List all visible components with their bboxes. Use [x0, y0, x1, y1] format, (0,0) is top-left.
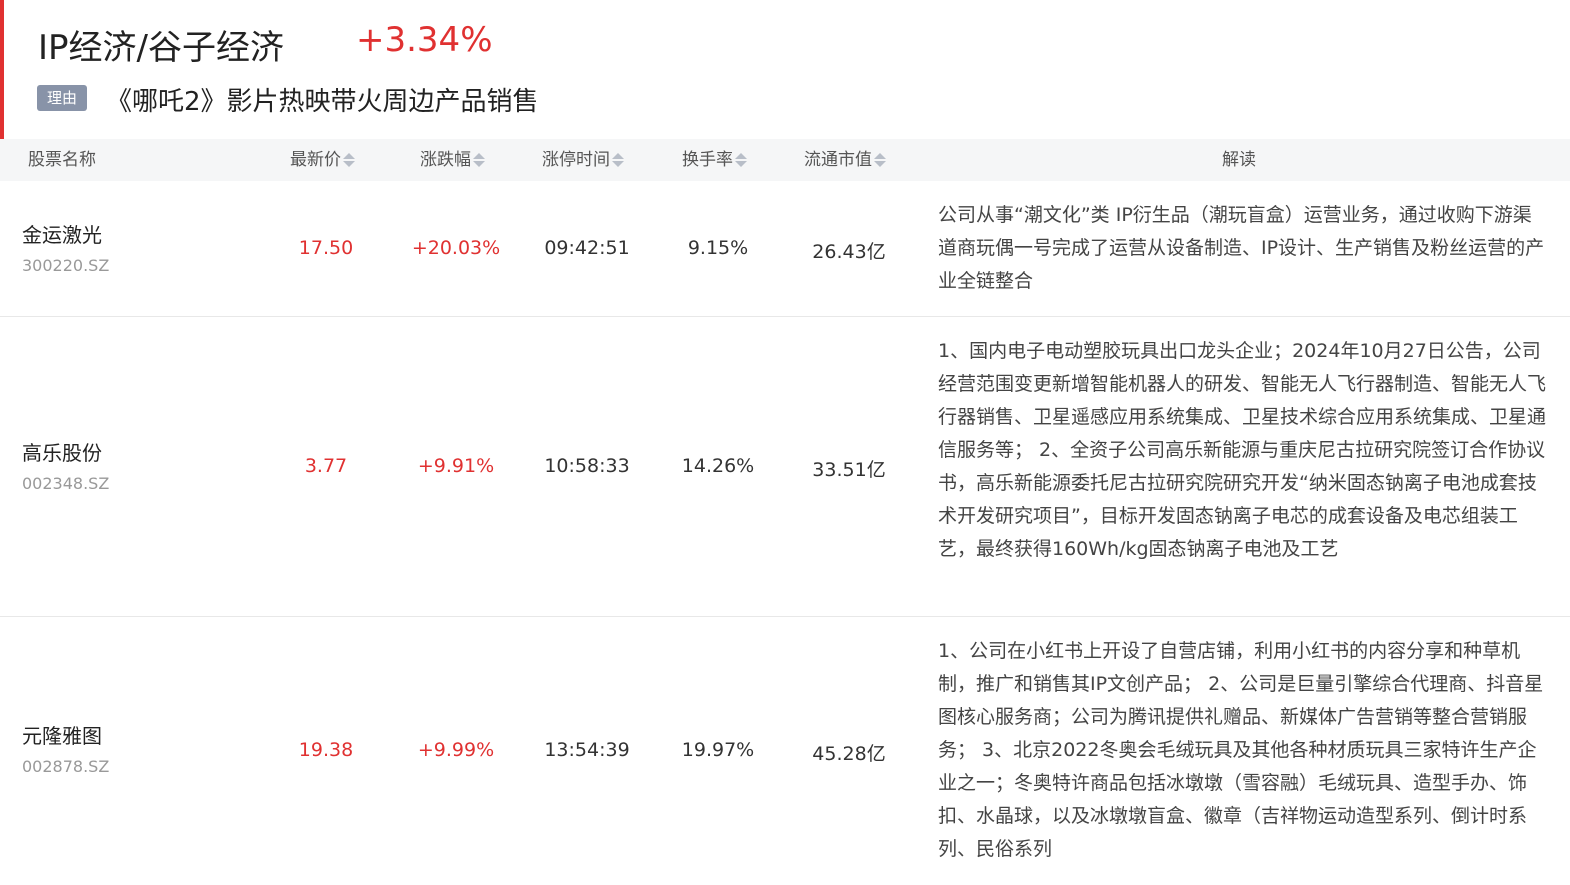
stock-name[interactable]: 高乐股份: [22, 437, 102, 466]
reason-tag: 理由: [37, 85, 87, 111]
sort-icon: [874, 152, 886, 168]
stock-name[interactable]: 元隆雅图: [22, 720, 102, 749]
limit-up-time: 10:58:33: [544, 455, 630, 477]
column-header-turnover[interactable]: 换手率: [682, 139, 747, 181]
stock-code: 002348.SZ: [22, 474, 110, 493]
theme-header: IP经济/谷子经济 +3.34% 理由 《哪吒2》影片热映带火周边产品销售: [0, 0, 1570, 139]
column-header-name: 股票名称: [28, 150, 96, 170]
turnover-rate: 14.26%: [681, 455, 755, 477]
column-header-change[interactable]: 涨跌幅: [420, 139, 485, 181]
theme-title: IP经济/谷子经济: [38, 28, 284, 68]
limit-up-time: 09:42:51: [544, 237, 630, 259]
stock-change: +9.99%: [417, 739, 495, 761]
sort-icon: [473, 152, 485, 168]
stock-analysis: 公司从事“潮文化”类 IP衍生品（潮玩盲盒）运营业务，通过收购下游渠道商玩偶一号…: [938, 204, 1545, 292]
stock-price: 17.50: [298, 237, 354, 259]
table-row[interactable]: 金运激光 300220.SZ 17.50 +20.03% 09:42:51 9.…: [0, 181, 1570, 317]
theme-change: +3.34%: [356, 20, 493, 60]
turnover-rate: 19.97%: [681, 739, 755, 761]
table-row[interactable]: 元隆雅图 002878.SZ 19.38 +9.99% 13:54:39 19.…: [0, 617, 1570, 885]
stock-price: 19.38: [298, 739, 354, 761]
float-market-cap: 45.28亿: [812, 743, 886, 765]
stock-code: 002878.SZ: [22, 757, 110, 776]
stock-analysis: 1、国内电子电动塑胶玩具出口龙头企业；2024年10月27日公告，公司经营范围变…: [938, 340, 1547, 560]
reason-text: 《哪吒2》影片热映带火周边产品销售: [106, 87, 539, 117]
column-header-analysis: 解读: [1222, 150, 1256, 170]
sort-icon: [343, 152, 355, 168]
column-header-float-cap-label: 流通市值: [804, 150, 872, 170]
float-market-cap: 26.43亿: [812, 241, 886, 263]
stock-change: +9.91%: [417, 455, 495, 477]
sort-icon: [735, 152, 747, 168]
column-header-limit-time-label: 涨停时间: [542, 150, 610, 170]
sort-icon: [612, 152, 624, 168]
turnover-rate: 9.15%: [687, 237, 749, 259]
stock-name[interactable]: 金运激光: [22, 219, 102, 248]
column-header-change-label: 涨跌幅: [420, 150, 471, 170]
column-header-turnover-label: 换手率: [682, 150, 733, 170]
table-row[interactable]: 高乐股份 002348.SZ 3.77 +9.91% 10:58:33 14.2…: [0, 317, 1570, 617]
stock-price: 3.77: [304, 455, 348, 477]
limit-up-time: 13:54:39: [544, 739, 630, 761]
column-header-limit-time[interactable]: 涨停时间: [542, 139, 624, 181]
stock-change: +20.03%: [411, 237, 501, 259]
column-header-price[interactable]: 最新价: [290, 139, 355, 181]
column-header-price-label: 最新价: [290, 150, 341, 170]
stock-analysis: 1、公司在小红书上开设了自营店铺，利用小红书的内容分享和种草机制，推广和销售其I…: [938, 640, 1544, 860]
stock-code: 300220.SZ: [22, 256, 110, 275]
table-header: 股票名称 最新价 涨跌幅 涨停时间 换手率 流通市值 解读: [0, 139, 1570, 181]
column-header-float-cap[interactable]: 流通市值: [804, 139, 886, 181]
float-market-cap: 33.51亿: [812, 459, 886, 481]
